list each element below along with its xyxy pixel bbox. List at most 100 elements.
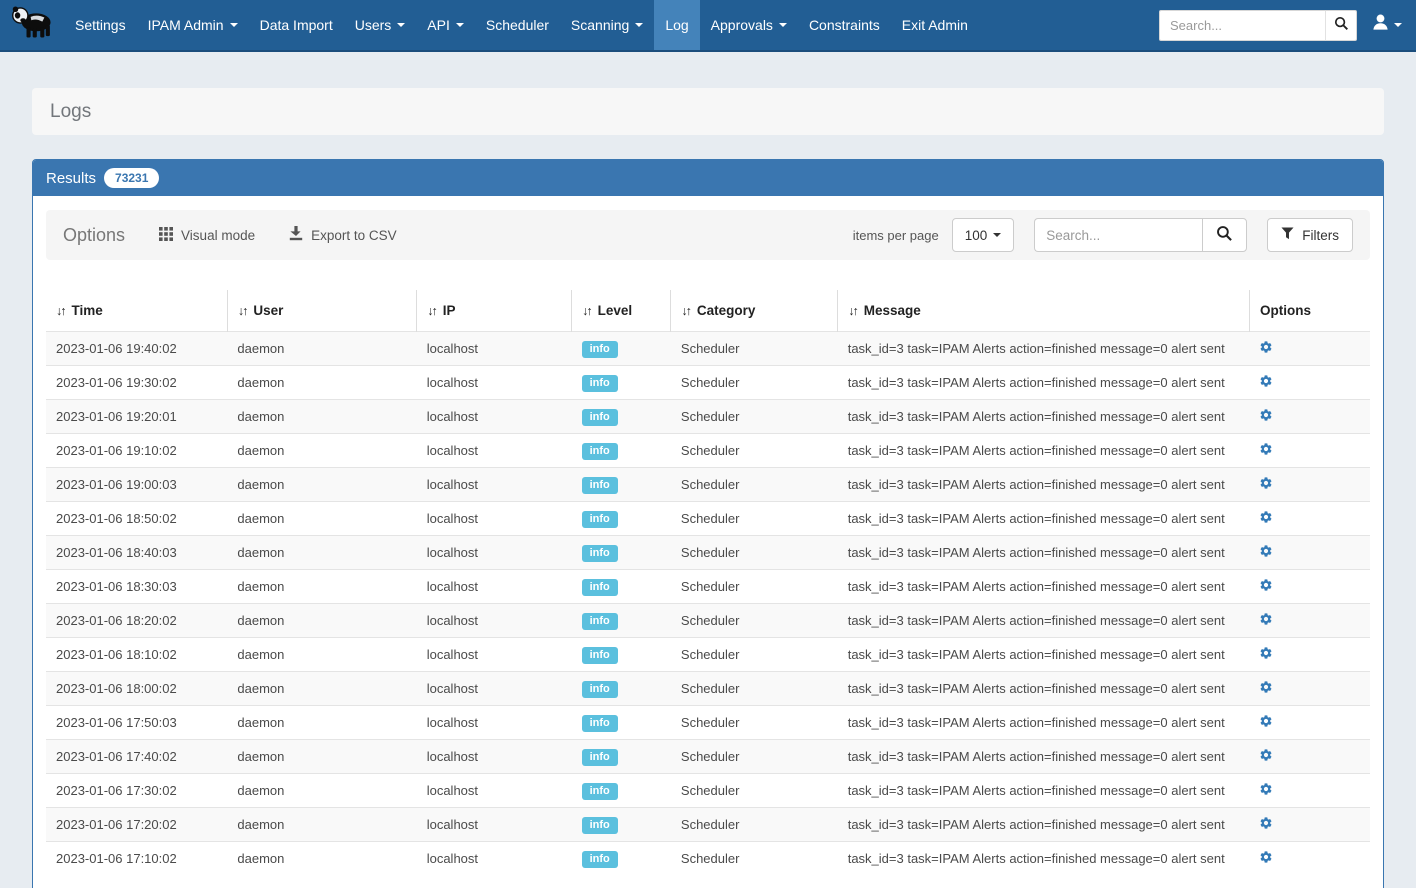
nav-item-label: Data Import — [260, 17, 333, 33]
cell-time: 2023-01-06 19:10:02 — [46, 434, 227, 468]
phpipam-logo[interactable] — [0, 0, 64, 50]
navbar-search-group — [1159, 10, 1357, 41]
navbar-search-input[interactable] — [1159, 10, 1325, 41]
level-badge: info — [582, 511, 618, 528]
export-csv-label: Export to CSV — [311, 228, 397, 243]
nav-item-approvals[interactable]: Approvals — [700, 0, 798, 50]
filters-button[interactable]: Filters — [1267, 218, 1353, 252]
cell-user: daemon — [227, 332, 416, 366]
column-header-ip[interactable]: ↓↑IP — [417, 290, 572, 332]
cell-category: Scheduler — [671, 842, 838, 876]
row-options-button[interactable] — [1259, 374, 1273, 391]
cell-ip: localhost — [417, 638, 572, 672]
nav-item-ipam-admin[interactable]: IPAM Admin — [137, 0, 249, 50]
nav-item-settings[interactable]: Settings — [64, 0, 137, 50]
column-header-label: Category — [697, 303, 756, 318]
visual-mode-button[interactable]: Visual mode — [159, 227, 255, 244]
row-options-button[interactable] — [1259, 510, 1273, 527]
row-options-button[interactable] — [1259, 850, 1273, 867]
cell-category: Scheduler — [671, 774, 838, 808]
navbar-search-button[interactable] — [1325, 10, 1357, 41]
row-options-button[interactable] — [1259, 816, 1273, 833]
cell-level: info — [572, 740, 671, 774]
cell-user: daemon — [227, 366, 416, 400]
row-options-button[interactable] — [1259, 714, 1273, 731]
row-options-button[interactable] — [1259, 680, 1273, 697]
filters-label: Filters — [1302, 228, 1339, 243]
log-table-header-row: ↓↑Time ↓↑User ↓↑IP ↓↑Level ↓↑Category ↓↑… — [46, 290, 1370, 332]
nav-item-users[interactable]: Users — [344, 0, 417, 50]
table-search-input[interactable] — [1034, 218, 1202, 252]
row-options-button[interactable] — [1259, 748, 1273, 765]
cell-time: 2023-01-06 18:10:02 — [46, 638, 227, 672]
cell-options — [1249, 502, 1370, 536]
cell-options — [1249, 740, 1370, 774]
export-csv-button[interactable]: Export to CSV — [289, 226, 397, 244]
level-badge: info — [582, 341, 618, 358]
nav-item-log[interactable]: Log — [654, 0, 699, 50]
cell-message: task_id=3 task=IPAM Alerts action=finish… — [838, 400, 1250, 434]
nav-item-label: Scheduler — [486, 17, 549, 33]
cell-user: daemon — [227, 468, 416, 502]
nav-item-label: Approvals — [711, 17, 773, 33]
cell-ip: localhost — [417, 570, 572, 604]
level-badge: info — [582, 851, 618, 868]
gear-icon — [1259, 476, 1273, 493]
cell-category: Scheduler — [671, 332, 838, 366]
cell-ip: localhost — [417, 740, 572, 774]
column-header-level[interactable]: ↓↑Level — [572, 290, 671, 332]
results-panel: Results 73231 Options — [32, 159, 1384, 888]
gear-icon — [1259, 544, 1273, 561]
results-title: Results — [46, 170, 96, 187]
cell-message: task_id=3 task=IPAM Alerts action=finish… — [838, 774, 1250, 808]
nav-item-data-import[interactable]: Data Import — [249, 0, 344, 50]
navbar-menu: Settings IPAM Admin Data Import Users AP… — [64, 0, 979, 50]
gear-icon — [1259, 374, 1273, 391]
row-options-button[interactable] — [1259, 544, 1273, 561]
cell-category: Scheduler — [671, 638, 838, 672]
cell-options — [1249, 706, 1370, 740]
cell-category: Scheduler — [671, 434, 838, 468]
column-header-message[interactable]: ↓↑Message — [838, 290, 1250, 332]
nav-item-scanning[interactable]: Scanning — [560, 0, 654, 50]
cell-options — [1249, 366, 1370, 400]
table-row: 2023-01-06 18:30:03 daemon localhost inf… — [46, 570, 1370, 604]
page-header: Logs — [32, 88, 1384, 135]
sort-icon: ↓↑ — [427, 304, 436, 318]
cell-time: 2023-01-06 19:00:03 — [46, 468, 227, 502]
row-options-button[interactable] — [1259, 612, 1273, 629]
cell-user: daemon — [227, 740, 416, 774]
nav-item-scheduler[interactable]: Scheduler — [475, 0, 560, 50]
cell-message: task_id=3 task=IPAM Alerts action=finish… — [838, 808, 1250, 842]
cell-options — [1249, 672, 1370, 706]
items-per-page-caret-icon — [993, 233, 1001, 237]
nav-item-exit-admin[interactable]: Exit Admin — [891, 0, 979, 50]
nav-item-api[interactable]: API — [416, 0, 475, 50]
row-options-button[interactable] — [1259, 646, 1273, 663]
sort-icon: ↓↑ — [848, 304, 857, 318]
cell-time: 2023-01-06 17:20:02 — [46, 808, 227, 842]
cell-category: Scheduler — [671, 502, 838, 536]
row-options-button[interactable] — [1259, 442, 1273, 459]
cell-level: info — [572, 502, 671, 536]
table-search-button[interactable] — [1202, 218, 1247, 252]
cell-level: info — [572, 706, 671, 740]
column-header-category[interactable]: ↓↑Category — [671, 290, 838, 332]
row-options-button[interactable] — [1259, 782, 1273, 799]
nav-item-label: Exit Admin — [902, 17, 968, 33]
row-options-button[interactable] — [1259, 408, 1273, 425]
level-badge: info — [582, 409, 618, 426]
user-menu[interactable] — [1371, 13, 1402, 37]
cell-options — [1249, 638, 1370, 672]
table-row: 2023-01-06 18:50:02 daemon localhost inf… — [46, 502, 1370, 536]
items-per-page-select[interactable]: 100 — [952, 218, 1015, 252]
row-options-button[interactable] — [1259, 578, 1273, 595]
row-options-button[interactable] — [1259, 340, 1273, 357]
nav-item-constraints[interactable]: Constraints — [798, 0, 891, 50]
cell-category: Scheduler — [671, 536, 838, 570]
column-header-user[interactable]: ↓↑User — [227, 290, 416, 332]
nav-item-label: API — [427, 17, 450, 33]
row-options-button[interactable] — [1259, 476, 1273, 493]
cell-time: 2023-01-06 18:50:02 — [46, 502, 227, 536]
column-header-time[interactable]: ↓↑Time — [46, 290, 227, 332]
